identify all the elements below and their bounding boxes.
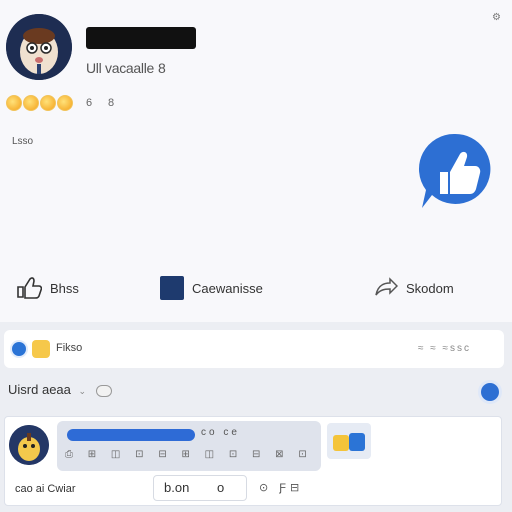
subline-number: 8	[158, 60, 166, 76]
composer-toolbar-icons[interactable]: ⎙ ⊞ ◫ ⊡ ⊟ ⊞ ◫ ⊡ ⊟ ⊠ ⊡	[65, 449, 313, 460]
post-comment-label: b.on	[164, 480, 190, 495]
comment-action-label: Caewanisse	[192, 280, 263, 296]
share-action-label: Skodom	[406, 280, 454, 296]
post-caption: Lsso	[12, 136, 34, 147]
chevron-down-icon: ⌄	[78, 386, 87, 396]
comment-text-highlight	[67, 429, 195, 441]
share-action-button[interactable]: Skodom	[372, 276, 454, 300]
profile-header: ⚙ Ull vacaalle 8 6 8 Lsso Bhss Caewaniss…	[0, 0, 512, 330]
footer-label: cao ai Cwiar	[15, 483, 76, 495]
avatar[interactable]	[6, 14, 72, 80]
commenter-avatar-image	[9, 425, 49, 465]
profile-name-redacted	[86, 27, 196, 49]
gif-icon	[349, 433, 365, 451]
comments-panel: Fikso ≈ ≈ ≈ssc Uisrd aeaa ⌄ co ce ⎙ ⊞ ◫ …	[0, 322, 512, 512]
settings-icon[interactable]: ⚙	[492, 12, 501, 23]
share-icon	[372, 276, 398, 300]
reaction-emoji-icon	[40, 95, 56, 111]
comment-input[interactable]: co ce ⎙ ⊞ ◫ ⊡ ⊟ ⊞ ◫ ⊡ ⊟ ⊠ ⊡	[57, 421, 321, 471]
footer-label-text: cao ai	[15, 483, 45, 495]
sticker-picker-button[interactable]	[327, 423, 371, 459]
reaction-count-secondary: 8	[108, 97, 115, 109]
footer-icons[interactable]: ⊙ Ƒ⊟	[259, 481, 303, 494]
comment-icon	[160, 276, 184, 300]
commenter-avatar[interactable]	[9, 425, 49, 465]
reaction-emoji-icon	[23, 95, 39, 111]
sort-label-secondary: aeaa	[41, 382, 71, 397]
reaction-emoji-icon	[6, 95, 22, 111]
post-action-bar: Bhss Caewanisse Skodom	[0, 270, 512, 310]
footer-label-secondary: Cwiar	[47, 483, 76, 495]
like-thumb-icon[interactable]	[418, 132, 492, 210]
comment-footer-row: cao ai Cwiar b.on o ⊙ Ƒ⊟	[9, 475, 499, 503]
reaction-icons[interactable]	[6, 95, 73, 111]
post-comment-button[interactable]: b.on o	[153, 475, 247, 501]
profile-subline: Ull vacaalle 8	[86, 60, 166, 76]
reaction-summary-meta: ≈ ≈ ≈ssc	[418, 343, 472, 354]
avatar-image	[6, 14, 72, 80]
like-icon	[16, 276, 42, 300]
comment-sort-row[interactable]: Uisrd aeaa ⌄	[8, 382, 112, 397]
reaction-summary-label: Fikso	[56, 342, 83, 354]
subline-text: Ull vacaalle	[86, 60, 154, 76]
sort-toggle[interactable]	[95, 384, 112, 397]
composer-tools: co ce	[201, 427, 240, 438]
reaction-emoji-icon	[57, 95, 73, 111]
reaction-count: 6	[86, 97, 93, 109]
sticker-icon	[333, 435, 349, 451]
reaction-summary-row[interactable]: Fikso ≈ ≈ ≈ssc	[4, 330, 504, 368]
like-reaction-icon	[10, 340, 28, 358]
like-action-button[interactable]: Bhss	[16, 276, 79, 300]
post-comment-dot: o	[216, 480, 225, 495]
emoji-reaction-icon	[32, 340, 50, 358]
messenger-icon[interactable]	[478, 380, 502, 404]
comment-action-button[interactable]: Caewanisse	[160, 276, 263, 300]
sort-label: Uisrd	[8, 382, 39, 397]
like-action-label: Bhss	[50, 280, 79, 296]
comment-composer-card: co ce ⎙ ⊞ ◫ ⊡ ⊟ ⊞ ◫ ⊡ ⊟ ⊠ ⊡ cao ai Cwiar…	[4, 416, 502, 506]
